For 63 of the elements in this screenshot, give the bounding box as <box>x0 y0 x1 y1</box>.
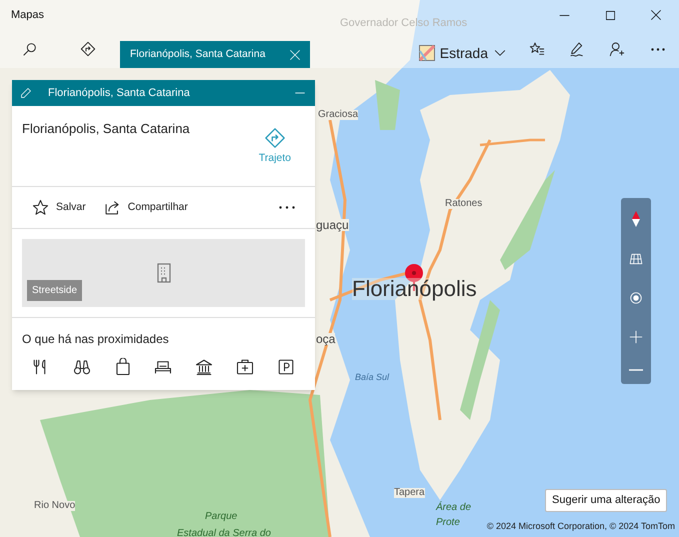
save-button[interactable]: Salvar <box>32 199 86 216</box>
medical-kit-icon <box>236 358 254 376</box>
map-label: Rio Novo <box>34 501 76 511</box>
directions-icon <box>80 41 96 57</box>
map-label: Tapera <box>394 488 425 498</box>
map-style-dropdown[interactable]: Estrada <box>418 38 517 68</box>
pen-icon <box>569 41 585 57</box>
parking-category-button[interactable] <box>276 358 295 376</box>
map-label: Área de <box>436 503 472 513</box>
more-icon <box>279 206 295 209</box>
zoom-out-button[interactable] <box>629 369 643 372</box>
map-label: Parque <box>205 512 238 522</box>
medical-kit-category-button[interactable] <box>236 358 254 376</box>
map-label: Florianópolis <box>352 278 477 300</box>
grid-icon <box>629 252 643 266</box>
map-label: oça <box>316 333 336 345</box>
zoom-in-button[interactable] <box>629 330 643 344</box>
bed-icon <box>154 358 172 376</box>
map-label: Governador Celso Ramos <box>340 18 468 29</box>
card-title: Florianópolis, Santa Catarina <box>48 86 191 101</box>
building-icon <box>156 263 170 283</box>
map-label: Baía Sul <box>355 373 390 382</box>
copyright-text: © 2024 Microsoft Corporation, © 2024 TomTom <box>486 520 675 533</box>
shopping-bag-icon <box>114 358 132 376</box>
compass-button[interactable] <box>632 210 640 227</box>
star-list-icon <box>529 41 545 57</box>
search-icon <box>22 41 38 57</box>
map-label: Ratones <box>445 199 482 209</box>
shopping-bag-category-button[interactable] <box>114 358 132 376</box>
parking-icon <box>276 358 295 376</box>
close-icon <box>289 48 301 60</box>
streetside-label: Streetside <box>27 280 82 301</box>
close-icon <box>650 9 662 21</box>
suggest-edit-button[interactable]: Sugerir uma alteração <box>545 489 668 512</box>
binoculars-icon <box>72 358 91 376</box>
map-view-button[interactable] <box>629 252 643 266</box>
map-label: Prote <box>436 518 460 528</box>
person-add-icon <box>609 41 625 57</box>
museum-category-button[interactable] <box>195 358 214 376</box>
road-map-icon <box>418 45 435 61</box>
directions-icon <box>264 127 286 149</box>
more-icon <box>651 48 665 50</box>
maximize-icon <box>604 10 616 20</box>
map-label: Graciosa <box>318 110 358 120</box>
map-label: Estadual da Serra do <box>177 529 271 537</box>
museum-icon <box>195 358 214 376</box>
minus-icon <box>629 369 643 372</box>
place-name: Florianópolis, Santa Catarina <box>22 120 190 138</box>
share-icon <box>104 199 121 216</box>
map-label: guaçu <box>316 219 349 231</box>
pencil-icon <box>20 87 32 99</box>
search-tab[interactable]: Florianópolis, Santa Catarina <box>120 41 310 68</box>
binoculars-category-button[interactable] <box>72 358 91 376</box>
locate-button[interactable] <box>629 290 643 305</box>
plus-icon <box>629 330 643 344</box>
share-button[interactable]: Compartilhar <box>104 199 188 216</box>
star-icon <box>32 199 49 216</box>
bed-category-button[interactable] <box>154 358 172 376</box>
section-title: O que há nas proximidades <box>22 331 170 348</box>
more-button[interactable] <box>279 206 295 209</box>
target-icon <box>629 290 643 305</box>
window-title: Mapas <box>11 8 44 23</box>
compass-icon <box>632 210 640 227</box>
